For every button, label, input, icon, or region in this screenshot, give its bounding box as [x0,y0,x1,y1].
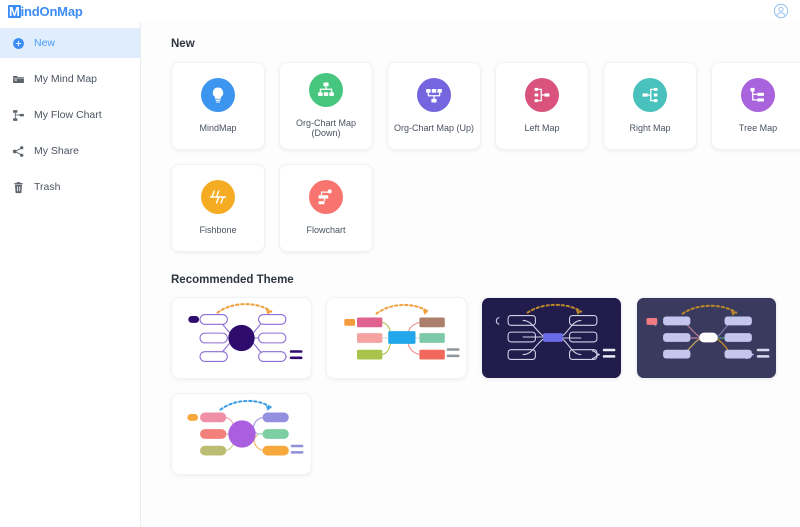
main-content: New MindMap Org-Chart Map (Down) Org-Cha… [141,22,800,527]
template-card-fishbone[interactable]: Fishbone [171,164,265,252]
sidebar-item-my-mind-map[interactable]: My Mind Map [0,64,140,94]
sidebar-item-trash[interactable]: Trash [0,172,140,202]
theme-grid [171,297,800,475]
sidebar-item-my-share[interactable]: My Share [0,136,140,166]
sidebar: New My Mind Map My Flow Chart My Share T… [0,22,141,527]
theme-card-purple-bright[interactable] [171,393,312,475]
share-icon [11,144,25,158]
sidebar-item-label: My Mind Map [34,73,98,85]
left-map-icon [525,78,559,113]
template-card-org-chart-map-up[interactable]: Org-Chart Map (Up) [387,62,481,150]
folder-icon [11,72,25,86]
new-template-grid: MindMap Org-Chart Map (Down) Org-Chart M… [171,62,800,252]
template-card-label: Tree Map [738,123,778,134]
template-card-label: Fishbone [199,225,237,236]
org-chart-up-icon [417,78,451,113]
sidebar-item-new[interactable]: New [0,28,140,58]
sidebar-item-label: My Share [34,145,79,157]
template-card-org-chart-map-down[interactable]: Org-Chart Map (Down) [279,62,373,150]
template-card-label: MindMap [199,123,237,134]
logo-initial: M [8,3,21,19]
sidebar-item-label: Trash [34,181,61,193]
tree-map-icon [741,78,775,113]
user-circle-icon[interactable] [772,2,790,20]
top-bar: MindOnMap [0,0,800,22]
theme-card-violet-light[interactable] [171,297,312,379]
lightbulb-icon [201,78,235,113]
template-card-left-map[interactable]: Left Map [495,62,589,150]
template-card-label: Right Map [629,123,671,134]
org-chart-down-icon [309,73,343,108]
template-card-label: Left Map [524,123,560,134]
flowchart-icon [309,180,343,215]
template-card-label: Org-Chart Map (Down) [295,118,357,138]
sidebar-item-label: My Flow Chart [34,109,102,121]
logo-text: indOnMap [20,3,83,19]
template-card-mindmap[interactable]: MindMap [171,62,265,150]
sidebar-item-my-flow-chart[interactable]: My Flow Chart [0,100,140,130]
app-root: MindOnMap New My Mind Map My Flow Chart … [0,0,800,527]
app-logo[interactable]: MindOnMap [8,3,83,19]
theme-card-multicolor[interactable] [326,297,467,379]
right-map-icon [633,78,667,113]
new-section-title: New [171,38,195,50]
theme-card-dark-slate[interactable] [636,297,777,379]
template-card-right-map[interactable]: Right Map [603,62,697,150]
fishbone-icon [201,180,235,215]
theme-section-title: Recommended Theme [171,274,294,286]
body: New My Mind Map My Flow Chart My Share T… [0,22,800,527]
template-card-label: Org-Chart Map (Up) [393,123,474,134]
template-card-tree-map[interactable]: Tree Map [711,62,800,150]
theme-card-dark-navy[interactable] [481,297,622,379]
plus-circle-icon [11,36,25,50]
template-card-label: Flowchart [306,225,346,236]
flow-chart-icon [11,108,25,122]
template-card-flowchart[interactable]: Flowchart [279,164,373,252]
trash-icon [11,180,25,194]
sidebar-item-label: New [34,37,56,49]
